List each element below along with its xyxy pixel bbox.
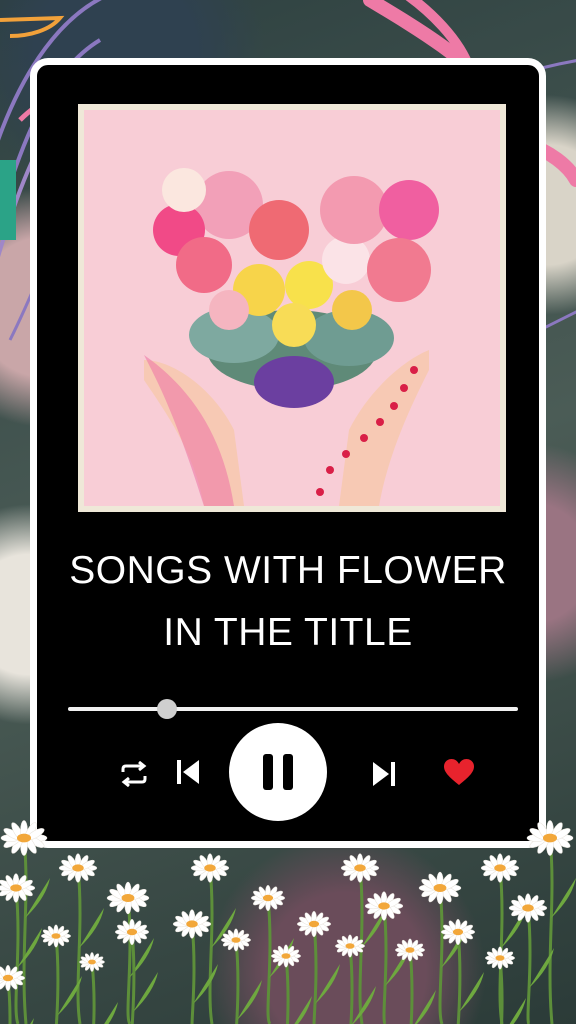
like-button[interactable]: [438, 752, 480, 792]
skip-next-icon: [373, 762, 395, 786]
album-art-frame: [78, 104, 506, 512]
album-art: [84, 110, 500, 506]
song-title-line-1: SONGS WITH FLOWER: [69, 549, 507, 592]
progress-handle[interactable]: [157, 699, 177, 719]
daisy-border: [0, 820, 576, 1024]
repeat-icon: [121, 761, 147, 787]
next-button[interactable]: [364, 754, 404, 794]
song-title-line-2: IN THE TITLE: [163, 611, 413, 654]
repeat-button[interactable]: [114, 754, 154, 794]
progress-bar[interactable]: [68, 707, 518, 711]
heart-icon: [444, 759, 474, 785]
pause-button[interactable]: [229, 723, 327, 821]
skip-previous-icon: [177, 760, 199, 784]
song-title: SONGS WITH FLOWER IN THE TITLE: [30, 540, 546, 664]
pause-icon: [263, 754, 293, 790]
previous-button[interactable]: [168, 752, 208, 792]
flower-heart-image: [144, 168, 439, 506]
